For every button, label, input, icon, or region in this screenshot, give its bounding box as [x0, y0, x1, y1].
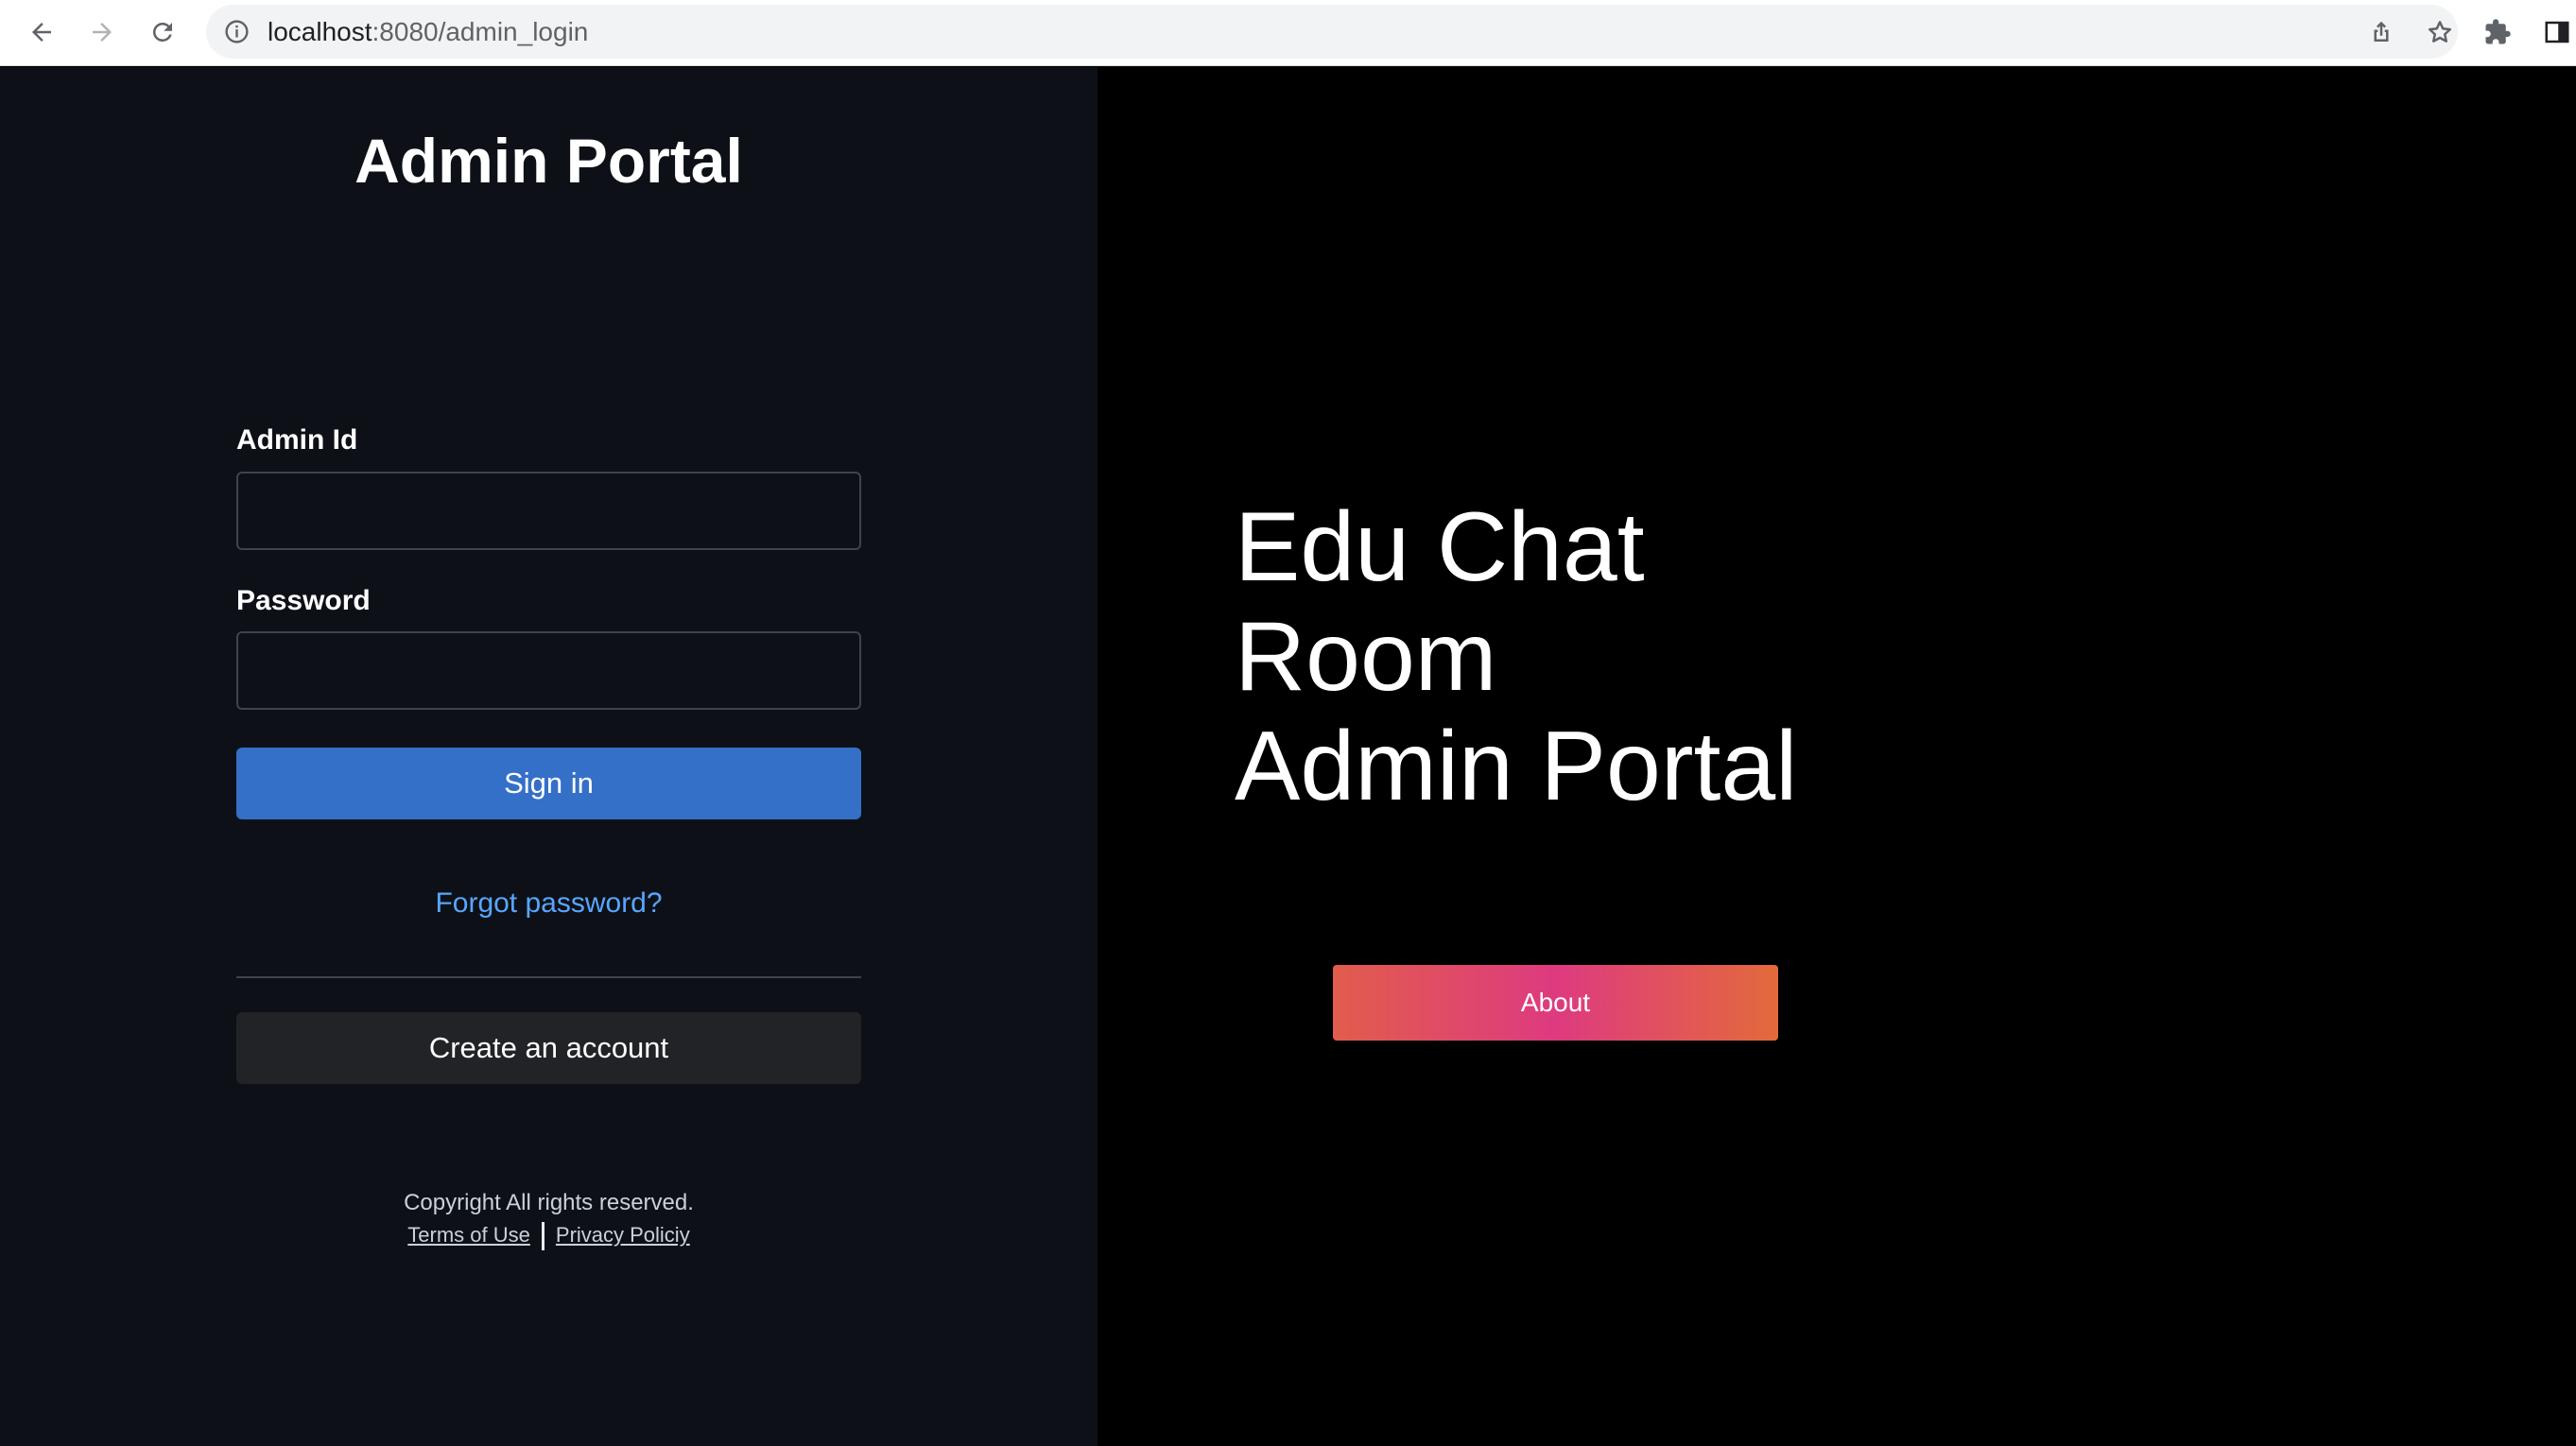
hero-title-line-3: Admin Portal [1235, 712, 1798, 821]
footer-links: Terms of Use Privacy Policiy [0, 1222, 1098, 1250]
hero-title-line-1: Edu Chat [1235, 492, 1645, 602]
divider [236, 976, 861, 978]
extensions-icon[interactable] [2479, 13, 2516, 51]
forgot-password-link[interactable]: Forgot password? [0, 887, 1098, 920]
copyright-text: Copyright All rights reserved. [404, 1190, 694, 1215]
about-button[interactable]: About [1333, 965, 1778, 1041]
page-title: Admin Portal [354, 126, 743, 196]
password-label: Password [236, 585, 371, 616]
hero-title-line-2: Room [1235, 602, 1497, 712]
hero-panel: Edu Chat Room Admin Portal About [1098, 67, 2576, 1446]
terms-of-use-link[interactable]: Terms of Use [407, 1223, 530, 1247]
info-icon[interactable] [223, 18, 251, 45]
star-icon[interactable] [2426, 18, 2454, 46]
footer-separator [541, 1222, 545, 1250]
browser-toolbar: localhost:8080/admin_login [0, 0, 2576, 66]
password-input[interactable] [236, 631, 861, 710]
back-arrow-icon[interactable] [23, 13, 61, 51]
privacy-policy-link[interactable]: Privacy Policiy [556, 1223, 690, 1247]
sidepanel-icon[interactable] [2538, 13, 2576, 51]
admin-id-input[interactable] [236, 472, 861, 550]
forward-arrow-icon[interactable] [83, 13, 121, 51]
hero-title: Edu Chat Room Admin Portal [1235, 492, 1797, 821]
reload-icon[interactable] [144, 13, 182, 51]
login-panel: Admin Portal Admin Id Password Sign in F… [0, 67, 1098, 1446]
admin-id-label: Admin Id [236, 424, 358, 456]
url-text[interactable]: localhost:8080/admin_login [268, 5, 588, 59]
address-bar[interactable]: localhost:8080/admin_login [206, 5, 2458, 59]
sign-in-button[interactable]: Sign in [236, 748, 861, 819]
share-icon[interactable] [2367, 18, 2395, 46]
create-account-button[interactable]: Create an account [236, 1012, 861, 1084]
